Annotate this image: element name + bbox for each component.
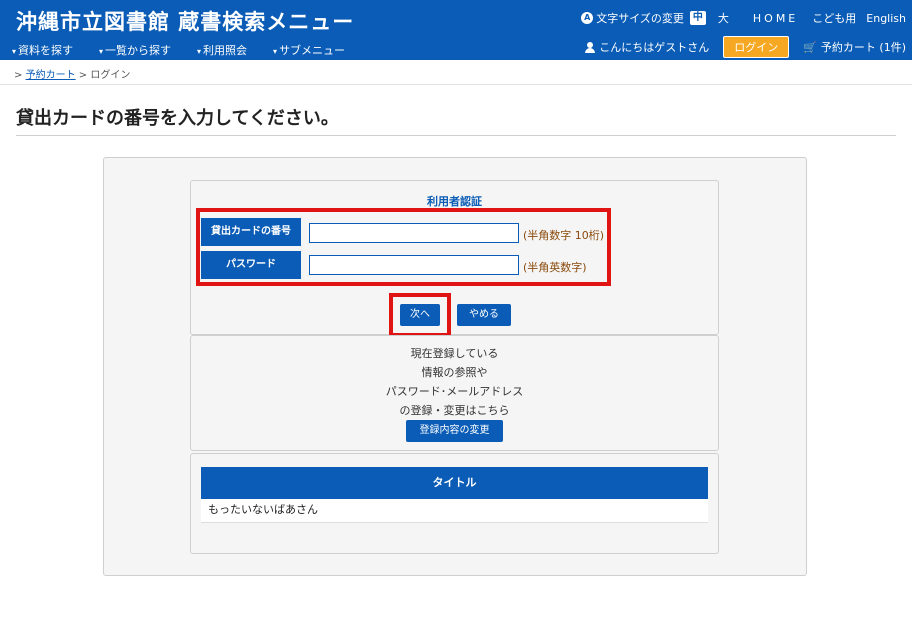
registration-text-1: 現在登録している [410,347,499,360]
breadcrumb-prefix: > [14,70,23,81]
auth-title: 利用者認証 [427,195,482,208]
nav-label: 利用照会 [203,44,248,57]
kids-link[interactable]: こども用 [812,10,856,26]
form-highlight-box [196,208,611,286]
breadcrumb-bar [0,60,912,85]
font-size-medium-button[interactable]: 中 [689,11,706,25]
main-nav: ▾ 資料を探す ▾ 一覧から探す ▾ 利用照会 ▾ サブメニュー [12,42,345,58]
breadcrumb-separator: > [78,70,88,81]
change-registration-button[interactable]: 登録内容の変更 [406,420,503,442]
font-size-icon: A [581,12,594,24]
nav-browse-lists[interactable]: ▾ 一覧から探す [99,42,171,58]
next-highlight-box [389,293,451,337]
english-link[interactable]: English [866,12,906,25]
nav-label: 一覧から探す [105,44,172,57]
page-title: 貸出カードの番号を入力してください。 [16,108,339,129]
chevron-down-icon: ▾ [12,47,17,56]
table-row: もったいないばあさん [201,499,708,523]
home-link[interactable]: HOME [753,12,798,25]
nav-label: サブメニュー [279,44,346,57]
registration-text-4: の登録・変更はこちら [399,404,510,417]
reservation-cart-link[interactable]: 予約カート (1件) [821,39,906,55]
breadcrumb: > 予約カート > ログイン [14,66,130,81]
nav-sub-menu[interactable]: ▾ サブメニュー [273,42,345,58]
nav-search-materials[interactable]: ▾ 資料を探す [12,42,73,58]
registration-text-3: パスワード･メールアドレス [385,385,524,398]
greeting-text: こんにちはゲストさん [599,41,710,54]
chevron-down-icon: ▾ [197,47,202,56]
breadcrumb-current: ログイン [90,70,131,81]
nav-label: 資料を探す [18,44,74,57]
font-size-label: 文字サイズの変更 [596,12,684,25]
chevron-down-icon: ▾ [99,47,104,56]
header-user-area: こんにちはゲストさん ログイン 🛒 予約カート (1件) [585,36,906,58]
nav-usage-inquiry[interactable]: ▾ 利用照会 [197,42,247,58]
header-utility-links: A 文字サイズの変更 中 大 HOME こども用 English [581,10,906,26]
login-button[interactable]: ログイン [723,36,790,58]
user-icon [585,41,596,53]
site-title[interactable]: 沖縄市立図書館 蔵書検索メニュー [16,6,354,36]
chevron-down-icon: ▾ [273,47,278,56]
title-divider [16,135,896,136]
registration-text-2: 情報の参照や [421,366,488,379]
cancel-button[interactable]: やめる [457,304,511,326]
breadcrumb-cart-link[interactable]: 予約カート [26,70,76,81]
font-size-large-button[interactable]: 大 [718,10,729,26]
column-header-title: タイトル [201,467,708,499]
site-header: 沖縄市立図書館 蔵書検索メニュー ▾ 資料を探す ▾ 一覧から探す ▾ 利用照会 ▾ サ… [0,0,912,60]
cart-icon: 🛒 [803,40,817,54]
